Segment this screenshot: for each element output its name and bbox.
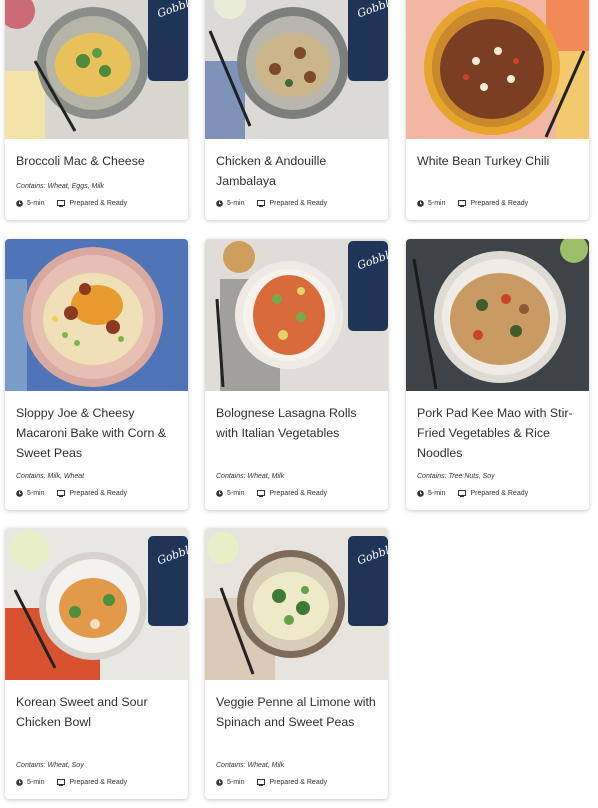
meal-card-veggie-penne[interactable]: Gobble Veggie Penne al Limone with Spina… (205, 528, 388, 799)
meal-title: Korean Sweet and Sour Chicken Bowl (16, 695, 148, 729)
time-label: 5-min (227, 490, 245, 497)
meal-title: Chicken & Andouille Jambalaya (216, 154, 327, 188)
meal-photo: Gobble (5, 528, 188, 680)
meal-card-lasagna-rolls[interactable]: Gobble Bolognese Lasagna Rolls with Ital… (205, 239, 388, 510)
meal-card-jambalaya[interactable]: Gobble Chicken & Andouille Jambalaya 5-m… (205, 0, 388, 220)
prepared-ready-icon (457, 200, 467, 207)
prepared-ready-icon (56, 200, 66, 207)
clock-icon (16, 200, 23, 207)
prepared-ready-icon (256, 200, 266, 207)
meal-image: Gobble (5, 0, 188, 139)
clock-icon (417, 490, 424, 497)
clock-icon (216, 200, 223, 207)
time-label: 5-min (27, 779, 45, 786)
meal-photo: Gobble (205, 239, 388, 391)
meal-meta: 5-min Prepared & Ready (16, 779, 127, 786)
allergen-text: Contains: Wheat, Milk (216, 762, 285, 769)
prepared-ready-icon (56, 490, 66, 497)
meal-card-sloppy-joe-bake[interactable]: Sloppy Joe & Cheesy Macaroni Bake with C… (5, 239, 188, 510)
meal-meta: 5-min Prepared & Ready (216, 779, 327, 786)
meal-image (406, 239, 589, 391)
allergen-text: Contains: Milk, Wheat (16, 473, 85, 480)
meal-image: Gobble (205, 239, 388, 391)
meal-card-pad-kee-mao[interactable]: Pork Pad Kee Mao with Stir-Fried Vegetab… (406, 239, 589, 510)
meal-title: Bolognese Lasagna Rolls with Italian Veg… (216, 406, 357, 440)
meal-meta: 5-min Prepared & Ready (216, 200, 327, 207)
meal-image: Gobble (205, 528, 388, 680)
meal-photo (406, 0, 589, 139)
meal-title: Broccoli Mac & Cheese (16, 154, 145, 168)
prepared-ready-icon (256, 490, 266, 497)
time-label: 5-min (227, 200, 245, 207)
prep-label: Prepared & Ready (69, 490, 128, 497)
time-label: 5-min (27, 200, 45, 207)
clock-icon (16, 490, 23, 497)
allergen-text: Contains: Wheat, Eggs, Milk (16, 183, 104, 190)
time-label: 5-min (428, 490, 446, 497)
meal-photo: Gobble (205, 528, 388, 680)
clock-icon (216, 490, 223, 497)
allergen-text: Contains: Wheat, Milk (216, 473, 285, 480)
prep-label: Prepared & Ready (470, 490, 529, 497)
allergen-text: Contains: Tree Nuts, Soy (417, 473, 495, 480)
allergen-text: Contains: Wheat, Soy (16, 762, 84, 769)
meal-image: Gobble (205, 0, 388, 139)
prep-label: Prepared & Ready (269, 200, 328, 207)
meal-card-turkey-chili[interactable]: White Bean Turkey Chili 5-min Prepared &… (406, 0, 589, 220)
meal-title: White Bean Turkey Chili (417, 154, 550, 168)
meal-title: Veggie Penne al Limone with Spinach and … (216, 695, 376, 729)
meal-meta: 5-min Prepared & Ready (216, 490, 327, 497)
meal-meta: 5-min Prepared & Ready (16, 490, 127, 497)
prep-label: Prepared & Ready (69, 200, 128, 207)
meal-photo: Gobble (205, 0, 388, 139)
time-label: 5-min (428, 200, 446, 207)
prep-label: Prepared & Ready (470, 200, 529, 207)
meal-image (406, 0, 589, 139)
meal-image: Gobble (5, 528, 188, 680)
clock-icon (417, 200, 424, 207)
meal-meta: 5-min Prepared & Ready (16, 200, 127, 207)
meal-photo (406, 239, 589, 391)
clock-icon (16, 779, 23, 786)
clock-icon (216, 779, 223, 786)
prepared-ready-icon (256, 779, 266, 786)
meal-card-broccoli-mac[interactable]: Gobble Broccoli Mac & Cheese Contains: W… (5, 0, 188, 220)
prep-label: Prepared & Ready (269, 779, 328, 786)
meal-meta: 5-min Prepared & Ready (417, 490, 528, 497)
meal-title: Pork Pad Kee Mao with Stir-Fried Vegetab… (417, 406, 573, 460)
meal-image (5, 239, 188, 391)
meal-card-korean-chicken-bowl[interactable]: Gobble Korean Sweet and Sour Chicken Bow… (5, 528, 188, 799)
prep-label: Prepared & Ready (269, 490, 328, 497)
meal-meta: 5-min Prepared & Ready (417, 200, 528, 207)
time-label: 5-min (227, 779, 245, 786)
prepared-ready-icon (56, 779, 66, 786)
prep-label: Prepared & Ready (69, 779, 128, 786)
meal-title: Sloppy Joe & Cheesy Macaroni Bake with C… (16, 406, 167, 460)
meal-photo (5, 239, 188, 391)
meal-photo: Gobble (5, 0, 188, 139)
time-label: 5-min (27, 490, 45, 497)
prepared-ready-icon (457, 490, 467, 497)
